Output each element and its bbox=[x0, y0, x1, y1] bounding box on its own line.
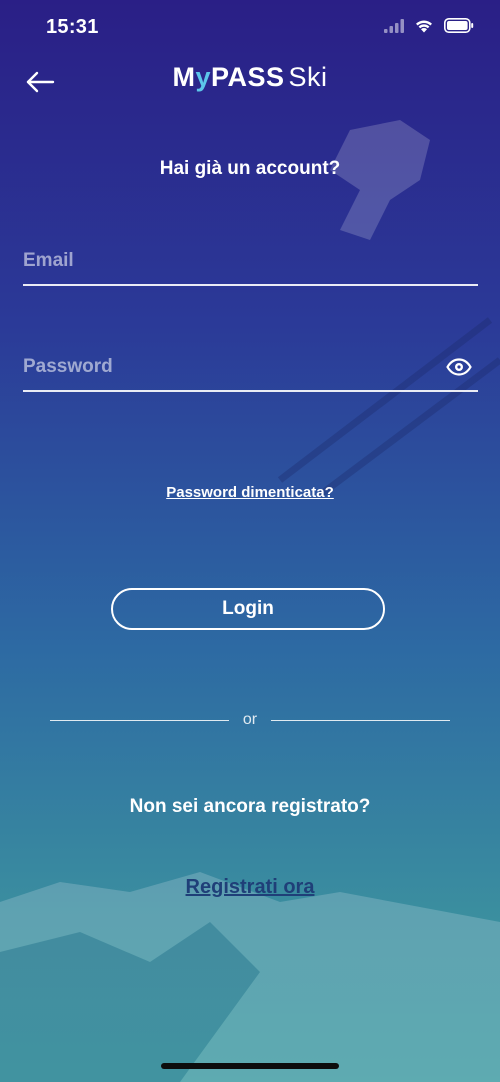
logo-brand-part2: PASS bbox=[210, 62, 285, 92]
register-now-link[interactable]: Registrati ora bbox=[0, 876, 500, 899]
forgot-password-link[interactable]: Password dimenticata? bbox=[0, 484, 500, 501]
status-time: 15:31 bbox=[46, 16, 99, 38]
cellular-signal-icon bbox=[384, 18, 404, 33]
eye-icon[interactable] bbox=[446, 358, 472, 376]
status-icons bbox=[384, 18, 474, 33]
logo-brand-accent: y bbox=[195, 62, 211, 92]
divider-line-left bbox=[50, 719, 229, 721]
divider-line-right bbox=[271, 719, 451, 721]
background-skis-image bbox=[277, 317, 500, 498]
password-input[interactable] bbox=[23, 350, 423, 384]
password-field bbox=[23, 346, 478, 392]
or-divider: or bbox=[50, 710, 451, 730]
divider-or-label: or bbox=[242, 711, 258, 728]
register-question: Non sei ancora registrato? bbox=[129, 796, 371, 817]
login-screen: 15:31 MyPASS Ski Hai già un account? Ema… bbox=[0, 0, 500, 1082]
mypass-ski-logo: MyPASS Ski bbox=[0, 62, 500, 93]
status-bar: 15:31 bbox=[0, 0, 500, 56]
home-indicator[interactable] bbox=[161, 1063, 339, 1069]
battery-icon bbox=[444, 18, 474, 33]
logo-brand-part1: M bbox=[172, 62, 196, 92]
login-button[interactable]: Login bbox=[111, 588, 385, 630]
logo-suffix: Ski bbox=[288, 62, 328, 92]
wifi-icon bbox=[416, 20, 432, 33]
login-heading: Hai già un account? bbox=[159, 158, 341, 179]
background-skier-image bbox=[330, 120, 430, 240]
email-input[interactable] bbox=[23, 244, 423, 278]
logo-brand: MyPASS bbox=[172, 62, 284, 92]
email-field bbox=[23, 240, 478, 286]
